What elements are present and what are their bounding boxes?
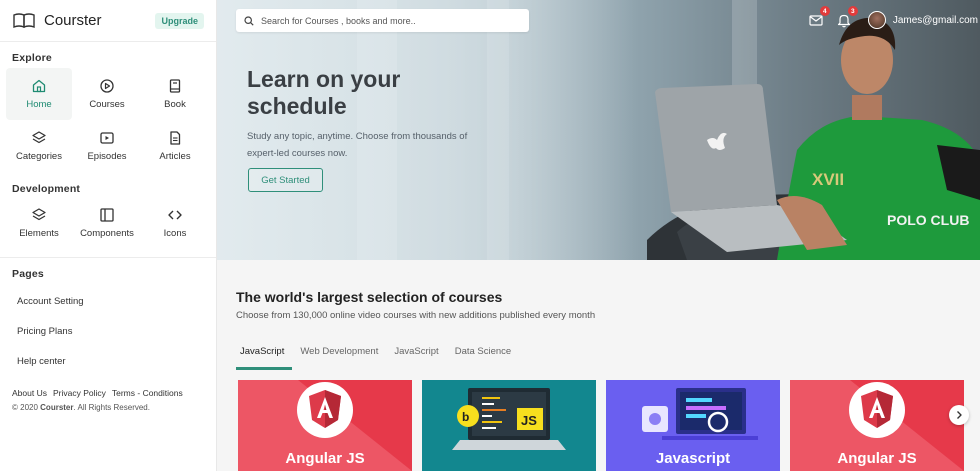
layers-icon bbox=[32, 131, 46, 144]
explore-grid: Home Courses Book Categories Episodes Ar… bbox=[0, 68, 216, 172]
course-card[interactable]: Javascript bbox=[606, 380, 780, 471]
layers-icon bbox=[32, 208, 46, 221]
course-card-title: Javascript bbox=[655, 450, 731, 467]
copyright-year: © 2020 bbox=[12, 403, 38, 412]
notifications-badge: 3 bbox=[847, 6, 858, 16]
nav-categories[interactable]: Categories bbox=[6, 120, 72, 172]
tab-javascript-2[interactable]: JavaScript bbox=[390, 346, 442, 370]
home-icon bbox=[32, 79, 46, 93]
book-logo-icon[interactable] bbox=[12, 12, 36, 30]
svg-text:XVII: XVII bbox=[812, 170, 844, 189]
video-icon bbox=[100, 132, 114, 144]
nav-components-label: Components bbox=[80, 228, 134, 239]
brand: Courster Upgrade bbox=[0, 0, 216, 42]
nav-categories-label: Categories bbox=[16, 151, 62, 162]
layout-icon bbox=[100, 208, 114, 222]
courses-title: The world's largest selection of courses bbox=[236, 289, 503, 305]
nav-episodes-label: Episodes bbox=[87, 151, 127, 162]
nav-courses-label: Courses bbox=[89, 99, 125, 110]
nav-components[interactable]: Components bbox=[72, 197, 142, 249]
page-link-pricing-plans[interactable]: Pricing Plans bbox=[0, 316, 216, 346]
copyright-suffix: . All Rights Reserved. bbox=[73, 403, 150, 412]
svg-text:JS: JS bbox=[521, 413, 537, 428]
user-email[interactable]: James@gmail.com bbox=[893, 15, 978, 26]
section-title-pages: Pages bbox=[12, 268, 44, 280]
messages-badge: 4 bbox=[819, 6, 830, 16]
tab-web-development[interactable]: Web Development bbox=[296, 346, 382, 370]
section-title-explore: Explore bbox=[12, 52, 52, 64]
page-link-help-center[interactable]: Help center bbox=[0, 346, 216, 376]
upgrade-button[interactable]: Upgrade bbox=[155, 12, 204, 29]
copyright-brand: Courster bbox=[40, 403, 74, 412]
search-input[interactable] bbox=[261, 15, 501, 26]
hero-banner: XVII POLO CLUB Learn on your schedule St… bbox=[217, 0, 980, 260]
code-icon bbox=[168, 210, 182, 220]
notifications-button[interactable]: 3 bbox=[836, 6, 858, 28]
nav-episodes[interactable]: Episodes bbox=[72, 120, 142, 172]
js-laptop-icon: JS b bbox=[452, 388, 566, 450]
course-tabs: JavaScript Web Development JavaScript Da… bbox=[236, 346, 523, 370]
nav-book[interactable]: Book bbox=[142, 68, 208, 120]
page-link-account-setting[interactable]: Account Setting bbox=[0, 286, 216, 316]
development-grid: Elements Components Icons bbox=[0, 197, 216, 249]
header-actions: 4 3 James@gmail.com bbox=[808, 6, 980, 32]
footer-link-about[interactable]: About Us bbox=[12, 388, 47, 398]
nav-icons[interactable]: Icons bbox=[142, 197, 208, 249]
search-icon bbox=[244, 15, 254, 26]
course-card[interactable]: Angular JS bbox=[790, 380, 964, 471]
nav-elements-label: Elements bbox=[19, 228, 59, 239]
avatar[interactable] bbox=[867, 11, 886, 29]
courses-section: The world's largest selection of courses… bbox=[217, 260, 980, 471]
footer-link-privacy[interactable]: Privacy Policy bbox=[53, 388, 106, 398]
nav-courses[interactable]: Courses bbox=[72, 68, 142, 120]
sidebar: Courster Upgrade Explore Home Courses Bo… bbox=[0, 0, 217, 471]
course-cards: Angular JS JS b Javascript Angular JS bbox=[238, 380, 964, 471]
course-card-title: Angular JS bbox=[837, 450, 917, 467]
nav-book-label: Book bbox=[164, 99, 186, 110]
hero-person-image: XVII POLO CLUB bbox=[647, 0, 980, 260]
footer-link-terms[interactable]: Terms - Conditions bbox=[112, 388, 183, 398]
book-icon bbox=[169, 79, 181, 93]
nav-articles-label: Articles bbox=[159, 151, 191, 162]
footer-links: About Us Privacy Policy Terms - Conditio… bbox=[0, 388, 216, 398]
file-text-icon bbox=[170, 131, 181, 145]
nav-articles[interactable]: Articles bbox=[142, 120, 208, 172]
messages-button[interactable]: 4 bbox=[808, 6, 830, 28]
tab-javascript[interactable]: JavaScript bbox=[236, 346, 293, 370]
nav-home[interactable]: Home bbox=[6, 68, 72, 120]
courses-subtitle: Choose from 130,000 online video courses… bbox=[236, 310, 596, 321]
play-circle-icon bbox=[100, 79, 114, 93]
course-card-title: Angular JS bbox=[285, 450, 365, 467]
carousel-next-button[interactable] bbox=[949, 405, 969, 425]
nav-elements[interactable]: Elements bbox=[6, 197, 72, 249]
course-card[interactable]: JS b bbox=[422, 380, 596, 471]
svg-text:POLO CLUB: POLO CLUB bbox=[887, 212, 969, 228]
copyright: © 2020 Courster. All Rights Reserved. bbox=[0, 403, 216, 412]
nav-icons-label: Icons bbox=[163, 228, 187, 239]
svg-text:b: b bbox=[462, 410, 469, 424]
section-title-development: Development bbox=[12, 183, 81, 195]
hero-description: Study any topic, anytime. Choose from th… bbox=[247, 131, 468, 159]
get-started-button[interactable]: Get Started bbox=[248, 168, 323, 192]
chevron-right-icon bbox=[957, 411, 962, 419]
tab-data-science[interactable]: Data Science bbox=[451, 346, 516, 370]
hero-title: Learn on your schedule bbox=[247, 66, 401, 119]
search-bar[interactable] bbox=[236, 9, 529, 32]
brand-name[interactable]: Courster bbox=[44, 12, 102, 29]
course-card[interactable]: Angular JS bbox=[238, 380, 412, 471]
nav-home-label: Home bbox=[26, 99, 52, 110]
pages-list: Account Setting Pricing Plans Help cente… bbox=[0, 286, 216, 376]
